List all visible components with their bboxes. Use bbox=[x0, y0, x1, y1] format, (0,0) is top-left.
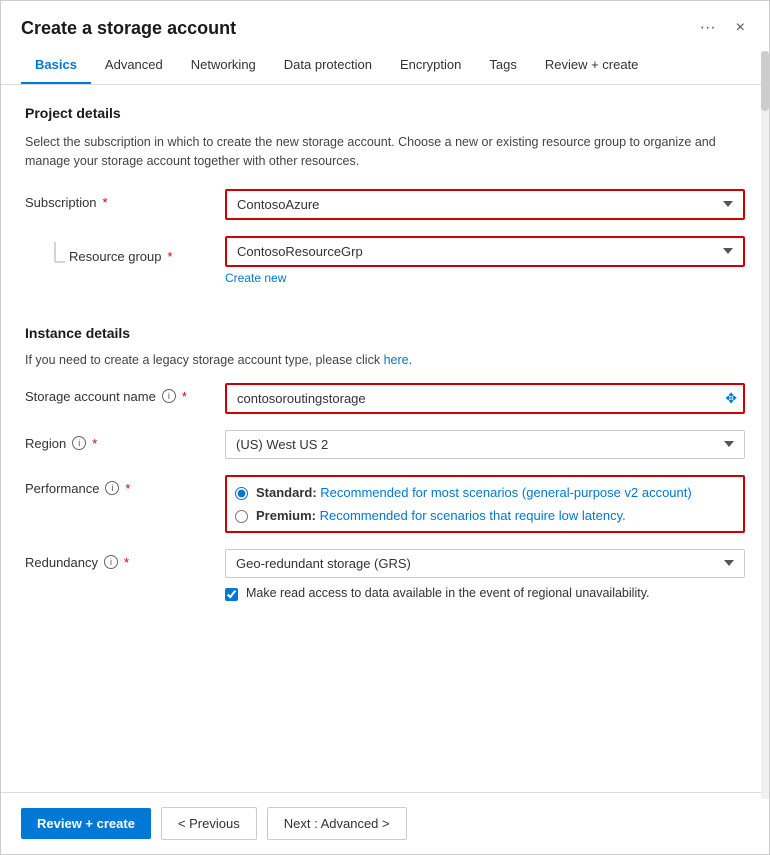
resource-group-required: * bbox=[168, 249, 173, 264]
next-button[interactable]: Next : Advanced > bbox=[267, 807, 407, 840]
region-row: Region i * (US) West US 2 bbox=[25, 430, 745, 459]
performance-row: Performance i * Standard: Recommended fo… bbox=[25, 475, 745, 533]
dialog-footer: Review + create < Previous Next : Advanc… bbox=[1, 792, 769, 854]
create-storage-dialog: Create a storage account ··· × Basics Ad… bbox=[0, 0, 770, 855]
dialog-title: Create a storage account bbox=[21, 18, 236, 39]
subscription-label: Subscription * bbox=[25, 189, 225, 210]
performance-required: * bbox=[125, 481, 130, 496]
instance-details-title: Instance details bbox=[25, 325, 745, 341]
redundancy-select[interactable]: Geo-redundant storage (GRS) bbox=[225, 549, 745, 578]
project-details-title: Project details bbox=[25, 105, 745, 121]
region-info-icon[interactable]: i bbox=[72, 436, 86, 450]
redundancy-control: Geo-redundant storage (GRS) Make read ac… bbox=[225, 549, 745, 601]
tab-review-create[interactable]: Review + create bbox=[531, 47, 653, 84]
performance-premium-label: Premium: Recommended for scenarios that … bbox=[256, 508, 626, 523]
tab-bar: Basics Advanced Networking Data protecti… bbox=[1, 47, 769, 85]
tab-basics[interactable]: Basics bbox=[21, 47, 91, 84]
project-details-description: Select the subscription in which to crea… bbox=[25, 133, 745, 171]
performance-radio-container: Standard: Recommended for most scenarios… bbox=[225, 475, 745, 533]
performance-premium-radio[interactable] bbox=[235, 510, 248, 523]
region-select[interactable]: (US) West US 2 bbox=[225, 430, 745, 459]
subscription-row: Subscription * ContosoAzure bbox=[25, 189, 745, 220]
instance-details-section: Instance details If you need to create a… bbox=[25, 325, 745, 601]
resource-group-control: ContosoResourceGrp Create new bbox=[225, 236, 745, 285]
scrollbar-track bbox=[761, 51, 769, 799]
redundancy-info-icon[interactable]: i bbox=[104, 555, 118, 569]
subscription-required: * bbox=[103, 195, 108, 210]
redundancy-label: Redundancy i * bbox=[25, 549, 225, 570]
tab-encryption[interactable]: Encryption bbox=[386, 47, 475, 84]
redundancy-checkbox-label: Make read access to data available in th… bbox=[246, 586, 650, 600]
tab-data-protection[interactable]: Data protection bbox=[270, 47, 386, 84]
create-new-resource-group-link[interactable]: Create new bbox=[225, 271, 286, 285]
close-button[interactable]: × bbox=[732, 17, 749, 39]
region-control: (US) West US 2 bbox=[225, 430, 745, 459]
performance-label: Performance i * bbox=[25, 475, 225, 496]
project-details-section: Project details Select the subscription … bbox=[25, 105, 745, 285]
subscription-select[interactable]: ContosoAzure bbox=[225, 189, 745, 220]
storage-account-name-label: Storage account name i * bbox=[25, 383, 225, 404]
performance-standard-label: Standard: Recommended for most scenarios… bbox=[256, 485, 692, 500]
tab-advanced[interactable]: Advanced bbox=[91, 47, 177, 84]
redundancy-required: * bbox=[124, 555, 129, 570]
resource-group-select[interactable]: ContosoResourceGrp bbox=[225, 236, 745, 267]
performance-standard-radio[interactable] bbox=[235, 487, 248, 500]
resource-group-indent: Resource group * bbox=[25, 236, 225, 272]
region-required: * bbox=[92, 436, 97, 451]
subscription-control: ContosoAzure bbox=[225, 189, 745, 220]
resource-group-row: Resource group * ContosoResourceGrp Crea… bbox=[25, 236, 745, 285]
redundancy-checkbox[interactable] bbox=[225, 588, 238, 601]
performance-radio-group: Standard: Recommended for most scenarios… bbox=[235, 485, 735, 523]
previous-button[interactable]: < Previous bbox=[161, 807, 257, 840]
storage-account-name-info-icon[interactable]: i bbox=[162, 389, 176, 403]
storage-account-name-control: ✥ bbox=[225, 383, 745, 414]
main-content: Project details Select the subscription … bbox=[1, 85, 769, 792]
indent-line: Resource group * bbox=[45, 242, 173, 272]
dialog-header: Create a storage account ··· × bbox=[1, 1, 769, 39]
tab-tags[interactable]: Tags bbox=[475, 47, 530, 84]
redundancy-checkbox-row[interactable]: Make read access to data available in th… bbox=[225, 586, 745, 601]
tab-networking[interactable]: Networking bbox=[177, 47, 270, 84]
performance-standard-option[interactable]: Standard: Recommended for most scenarios… bbox=[235, 485, 735, 500]
more-options-button[interactable]: ··· bbox=[696, 17, 720, 39]
review-create-button[interactable]: Review + create bbox=[21, 808, 151, 839]
indent-connector-icon bbox=[45, 242, 65, 272]
legacy-notice: If you need to create a legacy storage a… bbox=[25, 353, 745, 367]
storage-name-suffix-icon: ✥ bbox=[725, 390, 737, 407]
storage-account-name-input-wrap: ✥ bbox=[225, 383, 745, 414]
legacy-here-link[interactable]: here bbox=[384, 353, 409, 367]
header-actions: ··· × bbox=[696, 17, 749, 39]
performance-info-icon[interactable]: i bbox=[105, 481, 119, 495]
resource-group-label: Resource group bbox=[69, 249, 162, 264]
region-label: Region i * bbox=[25, 430, 225, 451]
storage-account-name-row: Storage account name i * ✥ bbox=[25, 383, 745, 414]
storage-account-name-required: * bbox=[182, 389, 187, 404]
performance-control: Standard: Recommended for most scenarios… bbox=[225, 475, 745, 533]
performance-premium-option[interactable]: Premium: Recommended for scenarios that … bbox=[235, 508, 735, 523]
scrollbar-thumb[interactable] bbox=[761, 51, 769, 111]
storage-account-name-input[interactable] bbox=[225, 383, 745, 414]
redundancy-row: Redundancy i * Geo-redundant storage (GR… bbox=[25, 549, 745, 601]
